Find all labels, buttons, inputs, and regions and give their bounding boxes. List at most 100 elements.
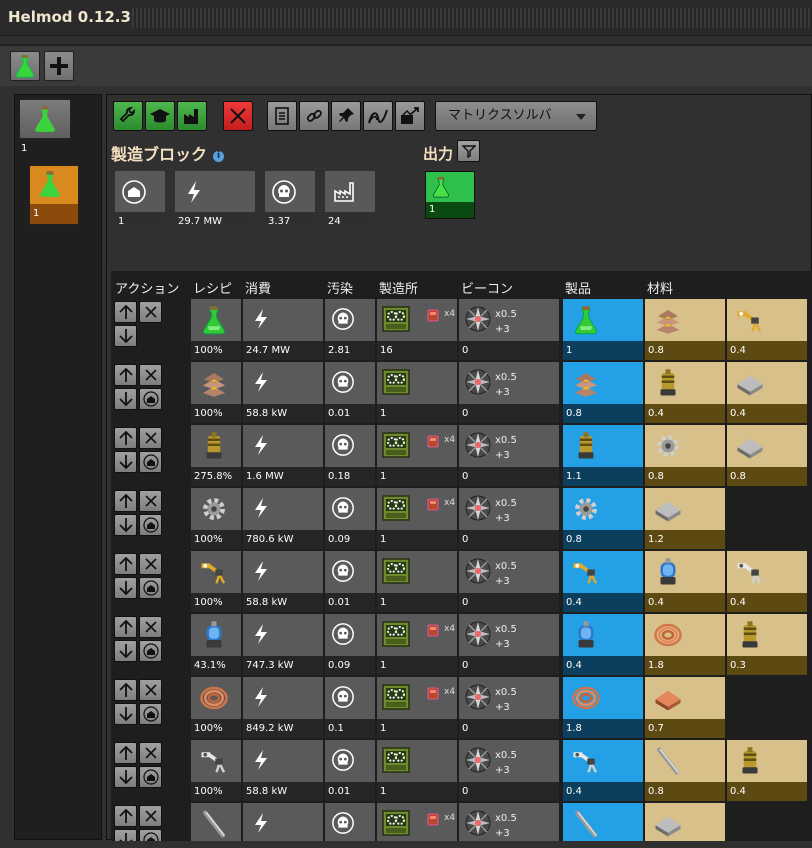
product-cell[interactable]: 0.4 — [563, 551, 643, 612]
ingredient-cell[interactable]: 0.4 — [727, 362, 807, 423]
move-up-button[interactable] — [114, 679, 137, 701]
move-down-button[interactable] — [114, 829, 137, 841]
factory-cell[interactable]: 1 — [377, 551, 457, 612]
recipe-cell[interactable]: 100% — [191, 677, 241, 738]
ingredient-cell[interactable]: 0.4 — [727, 740, 807, 801]
recipe-cell[interactable]: 100% — [191, 299, 241, 360]
ingredient-cell[interactable] — [645, 803, 725, 841]
remove-recipe-button[interactable] — [139, 679, 162, 701]
product-cell[interactable]: 0.4 — [563, 614, 643, 675]
recipe-cell[interactable]: 275.8% — [191, 425, 241, 486]
export-block-button[interactable] — [395, 101, 425, 131]
beacon-cell[interactable]: x0.5 +3 — [459, 803, 559, 841]
remove-recipe-button[interactable] — [139, 427, 162, 449]
ingredient-cell[interactable]: 0.8 — [645, 299, 725, 360]
move-up-button[interactable] — [114, 301, 137, 323]
ingredient-cell[interactable]: 0.7 — [645, 677, 725, 738]
remove-recipe-button[interactable] — [139, 364, 162, 386]
beacon-cell[interactable]: x0.5 +3 0 — [459, 362, 559, 423]
factory-cell[interactable]: x4 16 — [377, 299, 457, 360]
stat-power[interactable]: 29.7 MW — [175, 171, 255, 231]
block-item-selected[interactable]: 1 — [29, 165, 79, 225]
move-up-button[interactable] — [114, 616, 137, 638]
ingredient-cell[interactable]: 1.2 — [645, 488, 725, 549]
beacon-cell[interactable]: x0.5 +3 0 — [459, 425, 559, 486]
move-down-button[interactable] — [114, 388, 137, 410]
move-down-button[interactable] — [114, 325, 137, 347]
solver-dropdown[interactable]: マトリクスソルバ — [435, 101, 597, 131]
product-cell[interactable]: 0.4 — [563, 740, 643, 801]
beacon-cell[interactable]: x0.5 +3 0 — [459, 614, 559, 675]
move-up-button[interactable] — [114, 805, 137, 827]
window-drag-handle[interactable] — [132, 8, 812, 28]
recipe-block-button[interactable] — [139, 766, 162, 788]
stat-pollution[interactable]: 3.37 — [265, 171, 315, 231]
ingredient-cell[interactable]: 0.4 — [727, 299, 807, 360]
factory-cell[interactable]: x4 — [377, 803, 457, 841]
move-down-button[interactable] — [114, 766, 137, 788]
move-up-button[interactable] — [114, 553, 137, 575]
factory-cell[interactable]: x4 1 — [377, 677, 457, 738]
stat-factories[interactable]: 24 — [325, 171, 375, 231]
link-block-button[interactable] — [299, 101, 329, 131]
ingredient-cell[interactable]: 0.4 — [727, 551, 807, 612]
output-product[interactable]: 1 — [425, 171, 475, 219]
recipe-block-button[interactable] — [139, 577, 162, 599]
ingredient-cell[interactable]: 0.8 — [645, 425, 725, 486]
delete-block-button[interactable] — [223, 101, 253, 131]
model-tab-science[interactable] — [10, 51, 40, 81]
block-summary-button[interactable] — [267, 101, 297, 131]
pin-block-button[interactable] — [331, 101, 361, 131]
remove-recipe-button[interactable] — [139, 490, 162, 512]
recipe-cell[interactable]: 100% — [191, 740, 241, 801]
recipe-block-button[interactable] — [139, 703, 162, 725]
title-bar[interactable]: Helmod 0.12.3 — [0, 0, 812, 36]
move-down-button[interactable] — [114, 451, 137, 473]
add-model-button[interactable] — [44, 51, 74, 81]
remove-recipe-button[interactable] — [139, 805, 162, 827]
info-icon[interactable]: i — [213, 151, 225, 162]
recipe-block-button[interactable] — [139, 640, 162, 662]
recipe-cell[interactable]: 100% — [191, 362, 241, 423]
move-down-button[interactable] — [114, 703, 137, 725]
product-cell[interactable]: 0.8 — [563, 362, 643, 423]
remove-recipe-button[interactable] — [139, 742, 162, 764]
move-down-button[interactable] — [114, 577, 137, 599]
ingredient-cell[interactable]: 0.8 — [727, 425, 807, 486]
stat-buildings[interactable]: 1 — [115, 171, 165, 231]
ingredient-cell[interactable]: 0.3 — [727, 614, 807, 675]
recipe-cell[interactable]: 100% — [191, 551, 241, 612]
beacon-cell[interactable]: x0.5 +3 0 — [459, 677, 559, 738]
recipe-cell[interactable]: 100% — [191, 488, 241, 549]
ingredient-cell[interactable]: 0.8 — [645, 740, 725, 801]
factory-cell[interactable]: 1 — [377, 362, 457, 423]
product-cell[interactable]: 1 — [563, 299, 643, 360]
block-settings-button[interactable] — [113, 101, 143, 131]
move-down-button[interactable] — [114, 514, 137, 536]
move-up-button[interactable] — [114, 742, 137, 764]
beacon-cell[interactable]: x0.5 +3 0 — [459, 299, 559, 360]
recipe-block-button[interactable] — [139, 829, 162, 841]
factory-cell[interactable]: x4 1 — [377, 425, 457, 486]
block-item-science[interactable] — [19, 99, 71, 139]
move-down-button[interactable] — [114, 640, 137, 662]
block-education-button[interactable] — [145, 101, 175, 131]
output-filter-button[interactable] — [457, 140, 480, 162]
recipe-block-button[interactable] — [139, 514, 162, 536]
recipe-cell[interactable] — [191, 803, 241, 841]
beacon-cell[interactable]: x0.5 +3 0 — [459, 551, 559, 612]
move-up-button[interactable] — [114, 364, 137, 386]
remove-recipe-button[interactable] — [139, 616, 162, 638]
move-up-button[interactable] — [114, 427, 137, 449]
factory-cell[interactable]: x4 1 — [377, 488, 457, 549]
beacon-cell[interactable]: x0.5 +3 0 — [459, 488, 559, 549]
product-cell[interactable]: 1.1 — [563, 425, 643, 486]
move-up-button[interactable] — [114, 490, 137, 512]
block-factory-button[interactable] — [177, 101, 207, 131]
ingredient-cell[interactable]: 0.4 — [645, 362, 725, 423]
beacon-cell[interactable]: x0.5 +3 0 — [459, 740, 559, 801]
product-cell[interactable]: 0.8 — [563, 488, 643, 549]
factory-cell[interactable]: x4 1 — [377, 614, 457, 675]
block-chart-button[interactable] — [363, 101, 393, 131]
ingredient-cell[interactable]: 1.8 — [645, 614, 725, 675]
